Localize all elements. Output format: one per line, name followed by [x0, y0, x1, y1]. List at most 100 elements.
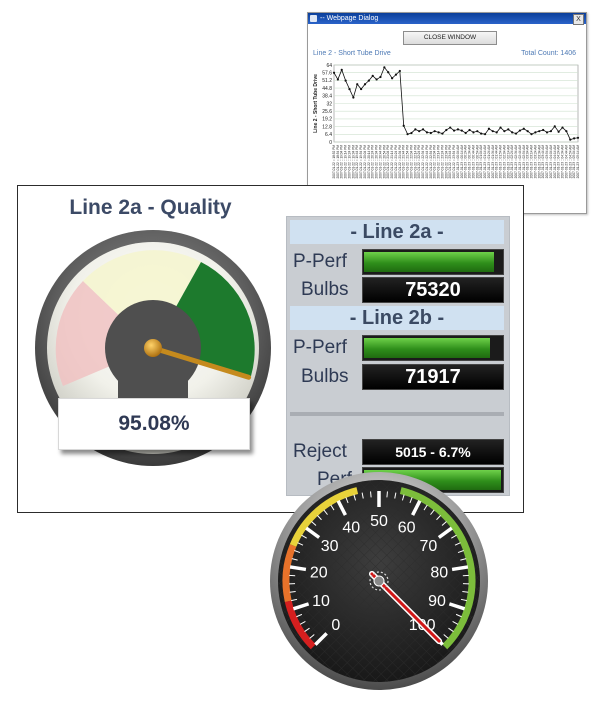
speedometer-tick-label: 20 [310, 564, 328, 581]
line-2a-pperf-label: P-Perf [293, 251, 347, 272]
chart-point [522, 127, 525, 130]
total-count: Total Count: 1406 [521, 50, 576, 57]
chart-point [437, 131, 440, 134]
chart-y-tick-label: 12.8 [322, 124, 332, 130]
line-2b-pperf-bar [362, 335, 504, 361]
chart-point [433, 130, 436, 133]
speedometer-major-tick [289, 565, 307, 572]
chart-point [483, 133, 487, 136]
line-2b-bulbs-value: 71917 [362, 364, 504, 390]
chart-point [507, 128, 510, 131]
quality-readout: 95.08% [58, 398, 250, 450]
speedometer-tick-label: 90 [428, 593, 446, 610]
chart-point [421, 128, 425, 131]
chart-point [336, 78, 339, 81]
chart-point [414, 128, 417, 131]
chart-point [383, 66, 386, 69]
chart-point [360, 87, 363, 91]
chart-point [460, 129, 463, 132]
chart-point [363, 83, 367, 86]
chart-point [340, 68, 343, 71]
chart-y-tick-label: 38.4 [322, 94, 332, 100]
chart-point [511, 131, 514, 134]
speedometer-tick-label: 10 [312, 593, 330, 610]
line-2b-pperf-label: P-Perf [293, 337, 347, 358]
dialog-titlebar[interactable]: -- Webpage Dialog X [308, 13, 586, 25]
speedometer-tick-label: 80 [430, 564, 448, 581]
chart-point [499, 126, 502, 129]
line-2a-pperf-bar [362, 249, 504, 275]
chart-point [456, 128, 460, 131]
chart-point [487, 127, 491, 130]
chart-point [449, 126, 452, 129]
chart-point [387, 71, 390, 74]
line-2b-pperf-fill [364, 338, 490, 358]
chart-point [491, 130, 494, 133]
chart-y-tick-label: 25.6 [322, 109, 332, 115]
speedometer-hub [373, 575, 385, 587]
webpage-dialog: -- Webpage Dialog X CLOSE WINDOW Line 2 … [307, 12, 587, 214]
close-window-button[interactable]: CLOSE WINDOW [403, 31, 497, 45]
speedometer-tick-label: 40 [342, 520, 360, 537]
chart-point [344, 79, 347, 82]
chart-point [445, 128, 448, 132]
chart-point [476, 130, 479, 133]
line-2a-bulbs-value: 75320 [362, 277, 504, 303]
line-2b-header: - Line 2b - [290, 306, 504, 330]
chart-point [464, 131, 467, 135]
chart-point [418, 130, 421, 133]
chart-point [495, 131, 498, 134]
chart-point [557, 130, 560, 133]
speedometer-minor-tick [370, 491, 372, 498]
chart-y-tick-label: 64 [326, 63, 332, 69]
line-stats-panel: - Line 2a - P-Perf Bulbs 75320 - Line 2b… [286, 216, 510, 496]
chart-y-tick-label: 6.4 [325, 132, 332, 138]
chart-point [542, 128, 545, 132]
chart-point [352, 96, 355, 99]
chart-point [530, 133, 533, 136]
chart-point [429, 131, 432, 135]
chart-point [375, 78, 378, 81]
chart-point [573, 137, 576, 140]
chart-point [569, 138, 572, 141]
chart-y-tick-label: 32 [326, 101, 332, 107]
chart-point [534, 131, 537, 134]
chart-point [565, 130, 568, 133]
chart-point [561, 126, 564, 129]
chart-point [545, 131, 549, 134]
chart-point [514, 132, 518, 135]
chart-point [406, 133, 409, 136]
chart-point [441, 132, 444, 135]
speedometer-major-tick [451, 565, 469, 572]
chart-point [410, 131, 413, 135]
speedometer-tick-label: 50 [370, 513, 388, 530]
speedometer-tick-label: 60 [398, 520, 416, 537]
chart-point [452, 129, 456, 132]
quality-panel: Line 2a - Quality 95.08% - Line 2a - P-P… [17, 185, 524, 513]
speedometer-gauge: 0102030405060708090100 [270, 472, 488, 690]
close-icon[interactable]: X [573, 14, 584, 25]
chart-y-tick-label: 0 [329, 140, 332, 146]
line-2a-header: - Line 2a - [290, 220, 504, 244]
chart-point [356, 83, 359, 86]
chart-point [468, 128, 471, 132]
chart-point [549, 130, 552, 133]
gauge-hub [144, 339, 162, 357]
dialog-title: -- Webpage Dialog [320, 15, 379, 22]
chart-point [526, 130, 529, 133]
line-2a-pperf-fill [364, 252, 495, 272]
chart-point [398, 69, 401, 73]
chart-point [379, 75, 382, 79]
reject-label: Reject [293, 441, 347, 462]
chart-point [553, 125, 556, 128]
speedometer-tick-label: 30 [321, 538, 339, 555]
window-icon [310, 15, 317, 22]
chart-point [371, 74, 374, 77]
speedometer-tick-label: 0 [331, 617, 340, 634]
chart-point [394, 73, 398, 76]
chart-point [332, 71, 336, 74]
reject-value: 5015 - 6.7% [362, 439, 504, 465]
chart-point [367, 79, 370, 82]
chart-point [390, 77, 394, 80]
chart-y-tick-label: 57.6 [322, 71, 332, 77]
